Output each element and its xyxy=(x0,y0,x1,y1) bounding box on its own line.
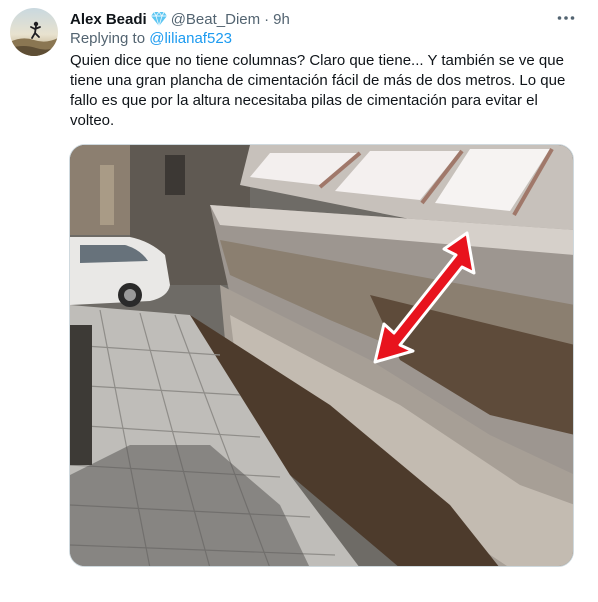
replying-to: Replying to @lilianaf523 xyxy=(70,30,232,47)
author-handle[interactable]: @Beat_Diem xyxy=(171,11,260,28)
toppled-building-photo xyxy=(70,145,573,566)
replying-prefix: Replying to xyxy=(70,30,150,47)
tweet[interactable]: Alex Beadi @Beat_Diem · 9h Replying to @… xyxy=(0,0,598,602)
verified-diamond-icon xyxy=(150,11,168,27)
tweet-text: Quien dice que no tiene columnas? Claro … xyxy=(70,52,566,129)
separator-dot: · xyxy=(264,10,270,28)
author-name[interactable]: Alex Beadi xyxy=(70,11,147,28)
tweet-photo[interactable] xyxy=(69,144,574,567)
avatar[interactable] xyxy=(10,8,58,56)
reply-mention-link[interactable]: @lilianaf523 xyxy=(149,30,232,47)
timestamp[interactable]: 9h xyxy=(273,11,290,28)
more-dots-icon[interactable] xyxy=(555,8,577,28)
tweet-header: Alex Beadi @Beat_Diem · 9h xyxy=(70,9,290,29)
